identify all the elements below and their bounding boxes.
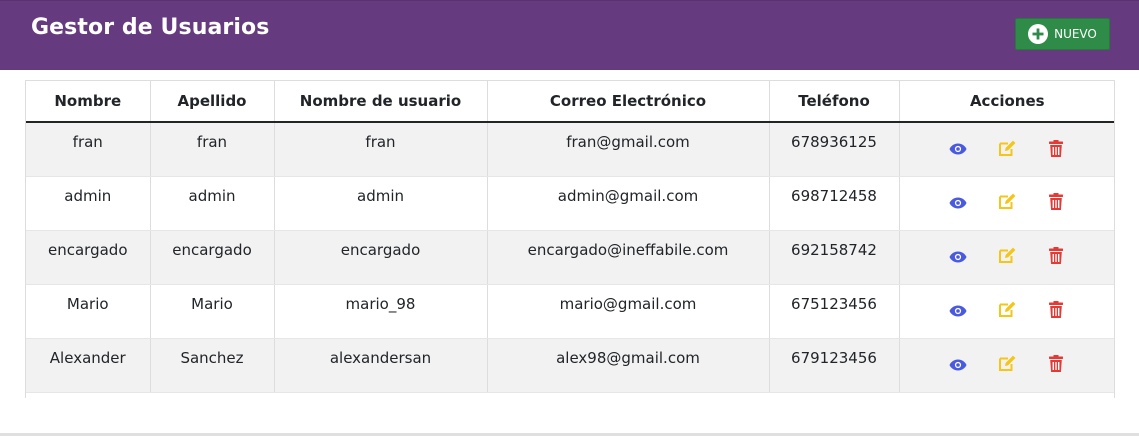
new-user-button[interactable]: NUEVO [1015,18,1110,50]
eye-icon [949,195,967,213]
cell-apellido: Sanchez [150,338,275,393]
cell-telefono: 679123456 [769,338,900,393]
cell-usuario: alexandersan [274,338,488,393]
view-button[interactable] [934,139,983,161]
table-row: Mario Mario mario_98 mario@gmail.com 6751234… [26,284,1115,339]
cell-nombre: encargado [26,230,151,285]
edit-button[interactable] [983,193,1032,215]
edit-button[interactable] [983,301,1032,323]
column-header-apellido: Apellido [150,81,275,123]
eye-icon [949,303,967,321]
column-header-acciones: Acciones [899,81,1114,123]
cell-acciones [899,122,1115,177]
edit-icon [998,301,1016,322]
row-actions [900,133,1115,161]
cell-correo: encargado@ineffabile.com [487,230,770,285]
table-row: fran fran fran fran@gmail.com 678936125 [26,122,1115,177]
row-actions [900,295,1115,323]
cell-telefono: 692158742 [769,230,900,285]
view-button[interactable] [934,355,983,377]
cell-apellido: encargado [150,230,275,285]
cell-telefono: 675123456 [769,284,900,339]
cell-telefono: 698712458 [769,176,900,231]
edit-button[interactable] [983,139,1032,161]
cell-correo: alex98@gmail.com [487,338,770,393]
delete-button[interactable] [1032,193,1081,215]
view-button[interactable] [934,301,983,323]
eye-icon [949,357,967,375]
trash-icon [1049,193,1064,214]
cell-nombre: fran [26,122,151,177]
delete-button[interactable] [1032,355,1081,377]
plus-circle-icon [1028,24,1049,44]
cell-correo: fran@gmail.com [487,122,770,177]
cell-correo: admin@gmail.com [487,176,770,231]
edit-icon [998,355,1016,376]
cell-acciones [899,176,1115,231]
view-button[interactable] [934,193,983,215]
trash-icon [1049,139,1064,161]
cell-nombre: Alexander [26,338,151,393]
table-row: admin admin admin admin@gmail.com 698712458 [26,176,1115,231]
row-actions [900,241,1115,269]
new-user-button-label: NUEVO [1054,27,1097,41]
cell-acciones [899,284,1115,339]
edit-icon [998,193,1016,214]
app-header: Gestor de Usuarios NUEVO [0,0,1139,70]
edit-button[interactable] [983,247,1032,269]
cell-usuario: admin [274,176,488,231]
eye-icon [949,249,967,267]
delete-button[interactable] [1032,139,1081,161]
edit-button[interactable] [983,355,1032,377]
cell-usuario: encargado [274,230,488,285]
column-header-correo: Correo Electrónico [487,81,770,123]
column-header-nombre: Nombre [26,81,151,123]
column-header-usuario: Nombre de usuario [274,81,488,123]
cell-acciones [899,230,1115,285]
table-header-row: Nombre Apellido Nombre de usuario Correo… [26,81,1114,123]
table-row: encargado encargado encargado encargado@ine… [26,230,1115,285]
row-actions [900,187,1115,215]
users-table-container: Nombre Apellido Nombre de usuario Correo… [25,80,1115,398]
cell-correo: mario@gmail.com [487,284,770,339]
column-header-telefono: Teléfono [769,81,900,123]
trash-icon [1049,301,1064,322]
table-row: Alexander Sanchez alexandersan alex98@gmail… [26,338,1115,393]
trash-icon [1049,355,1064,376]
row-actions [900,349,1115,377]
cell-usuario: mario_98 [274,284,488,339]
cell-telefono: 678936125 [769,122,900,177]
cell-usuario: fran [274,122,488,177]
edit-icon [998,247,1016,268]
cell-apellido: fran [150,122,275,177]
cell-apellido: Mario [150,284,275,339]
cell-nombre: Mario [26,284,151,339]
trash-icon [1049,247,1064,268]
delete-button[interactable] [1032,301,1081,323]
view-button[interactable] [934,247,983,269]
cell-acciones [899,338,1115,393]
eye-icon [949,141,967,159]
users-table: Nombre Apellido Nombre de usuario Correo… [26,81,1115,393]
cell-apellido: admin [150,176,275,231]
page-title: Gestor de Usuarios [31,15,270,40]
edit-icon [998,140,1016,161]
cell-nombre: admin [26,176,151,231]
delete-button[interactable] [1032,247,1081,269]
